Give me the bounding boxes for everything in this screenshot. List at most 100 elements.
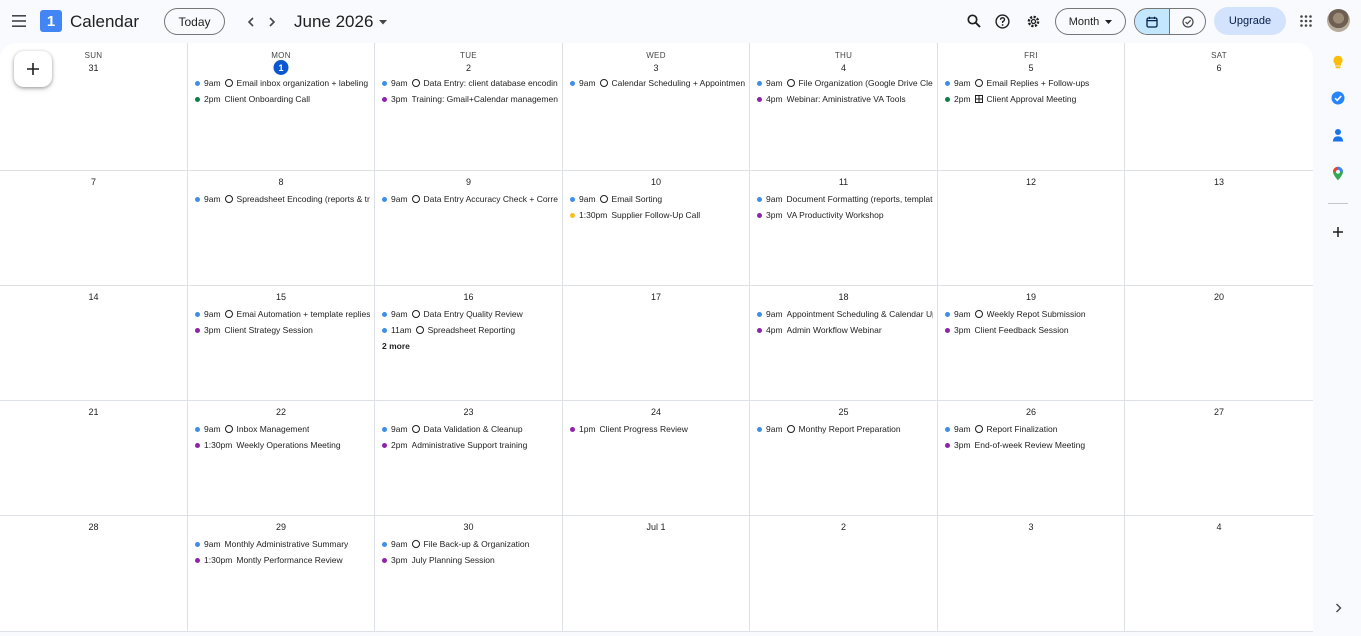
date-number[interactable]: 31 xyxy=(86,60,101,75)
date-number[interactable]: 13 xyxy=(1212,174,1227,189)
day-cell[interactable]: 11 9am Document Formatting (reports, templ… xyxy=(750,171,938,286)
calendar-event[interactable]: 9am Calendar Scheduling + Appointment xyxy=(568,76,745,90)
calendar-event[interactable]: 3pm VA Productivity Workshop xyxy=(755,208,933,222)
calendar-event[interactable]: 4pm Webinar: Aministrative VA Tools xyxy=(755,92,933,106)
calendar-event[interactable]: 9am Monthly Administrative Summary xyxy=(193,537,370,551)
date-number[interactable]: 23 xyxy=(461,404,476,419)
date-number[interactable]: 19 xyxy=(1024,289,1039,304)
day-cell[interactable]: 16 9am Data Entry Quality Review 11am Spread… xyxy=(375,286,563,401)
day-cell[interactable]: 12 xyxy=(938,171,1125,286)
date-number[interactable]: 4 xyxy=(1212,519,1227,534)
date-number[interactable]: 2 xyxy=(461,60,476,75)
calendar-event[interactable]: 1:30pm Supplier Follow-Up Call xyxy=(568,208,745,222)
date-number[interactable]: 26 xyxy=(1024,404,1039,419)
calendar-event[interactable]: 3pm July Planning Session xyxy=(380,553,558,567)
date-number[interactable]: 9 xyxy=(461,174,476,189)
calendar-event[interactable]: 9am Inbox Management xyxy=(193,422,370,436)
day-cell[interactable]: 3 xyxy=(938,516,1125,632)
expand-side-panel-button[interactable] xyxy=(1330,600,1346,616)
calendar-event[interactable]: 2pm Administrative Support training xyxy=(380,438,558,452)
date-number[interactable]: 4 xyxy=(836,60,851,75)
maps-icon[interactable] xyxy=(1330,165,1346,181)
day-cell[interactable]: 17 xyxy=(563,286,750,401)
date-number[interactable]: 16 xyxy=(461,289,476,304)
date-number[interactable]: 14 xyxy=(86,289,101,304)
calendar-event[interactable]: 2pm Client Approval Meeting xyxy=(943,92,1120,106)
date-number[interactable]: 25 xyxy=(836,404,851,419)
calendar-event[interactable]: 9am Weekly Repot Submission xyxy=(943,307,1120,321)
create-event-button[interactable] xyxy=(14,51,52,87)
day-cell[interactable]: FRI 5 9am Email Replies + Follow-ups 2pm Clie… xyxy=(938,43,1125,171)
calendar-event[interactable]: 9am Email Sorting xyxy=(568,192,745,206)
calendar-event[interactable]: 4pm Admin Workflow Webinar xyxy=(755,323,933,337)
date-number[interactable]: 7 xyxy=(86,174,101,189)
day-cell[interactable]: 20 xyxy=(1125,286,1313,401)
day-cell[interactable]: Jul 1 xyxy=(563,516,750,632)
day-cell[interactable]: SAT 6 xyxy=(1125,43,1313,171)
calendar-event[interactable]: 9am Report Finalization xyxy=(943,422,1120,436)
calendar-event[interactable]: 9am Data Entry: client database encoding xyxy=(380,76,558,90)
day-cell[interactable]: 10 9am Email Sorting 1:30pm Supplier Follow-… xyxy=(563,171,750,286)
day-cell[interactable]: 26 9am Report Finalization 3pm End-of-week R… xyxy=(938,401,1125,516)
day-cell[interactable]: 25 9am Monthy Report Preparation xyxy=(750,401,938,516)
calendar-event[interactable]: 3pm Client Strategy Session xyxy=(193,323,370,337)
add-addon-button[interactable] xyxy=(1330,224,1346,240)
calendar-event[interactable]: 9am Data Validation & Cleanup xyxy=(380,422,558,436)
day-cell[interactable]: 9 9am Data Entry Accuracy Check + Correcti… xyxy=(375,171,563,286)
calendar-event[interactable]: 9am Document Formatting (reports, templat… xyxy=(755,192,933,206)
date-number[interactable]: Jul 1 xyxy=(642,519,669,534)
date-number[interactable]: 18 xyxy=(836,289,851,304)
day-cell[interactable]: 4 xyxy=(1125,516,1313,632)
calendar-event[interactable]: 3pm Client Feedback Session xyxy=(943,323,1120,337)
search-button[interactable] xyxy=(960,7,988,35)
main-menu-button[interactable] xyxy=(5,7,33,35)
calendar-event[interactable]: 9am Spreadsheet Encoding (reports & track… xyxy=(193,192,370,206)
tasks-icon[interactable] xyxy=(1330,90,1346,106)
more-events-link[interactable]: 2 more xyxy=(382,341,410,351)
day-cell[interactable]: 18 9am Appointment Scheduling & Calendar U… xyxy=(750,286,938,401)
tasks-view-toggle[interactable] xyxy=(1170,9,1205,34)
date-number[interactable]: 15 xyxy=(274,289,289,304)
calendar-event[interactable]: 9am File Back-up & Organization xyxy=(380,537,558,551)
date-number[interactable]: 11 xyxy=(836,174,851,189)
date-number[interactable]: 20 xyxy=(1212,289,1227,304)
day-cell[interactable]: 15 9am Emai Automation + template replies 3… xyxy=(188,286,375,401)
date-number[interactable]: 2 xyxy=(836,519,851,534)
day-cell[interactable]: 27 xyxy=(1125,401,1313,516)
calendar-event[interactable]: 3pm End-of-week Review Meeting xyxy=(943,438,1120,452)
date-number[interactable]: 30 xyxy=(461,519,476,534)
calendar-event[interactable]: 9am Data Entry Quality Review xyxy=(380,307,558,321)
next-month-button[interactable] xyxy=(258,8,286,36)
day-cell[interactable]: 14 xyxy=(0,286,188,401)
day-cell[interactable]: 23 9am Data Validation & Cleanup 2pm Adminis… xyxy=(375,401,563,516)
day-cell[interactable]: WED 3 9am Calendar Scheduling + Appointment xyxy=(563,43,750,171)
day-cell[interactable]: 21 xyxy=(0,401,188,516)
date-number[interactable]: 3 xyxy=(1024,519,1039,534)
day-cell[interactable]: 7 xyxy=(0,171,188,286)
calendar-event[interactable]: 9am Monthy Report Preparation xyxy=(755,422,933,436)
today-date-number[interactable]: 1 xyxy=(273,60,289,75)
date-number[interactable]: 22 xyxy=(274,404,289,419)
today-button[interactable]: Today xyxy=(164,8,225,35)
calendar-event[interactable]: 9amAppointment Scheduling & Calendar Upd… xyxy=(755,307,933,321)
day-cell[interactable]: THU 4 9am File Organization (Google Drive C… xyxy=(750,43,938,171)
date-number[interactable]: 12 xyxy=(1024,174,1039,189)
upgrade-button[interactable]: Upgrade xyxy=(1214,7,1286,35)
date-number[interactable]: 28 xyxy=(86,519,101,534)
date-number[interactable]: 24 xyxy=(649,404,664,419)
date-number[interactable]: 10 xyxy=(649,174,664,189)
date-number[interactable]: 21 xyxy=(86,404,101,419)
google-apps-button[interactable] xyxy=(1292,7,1320,35)
month-picker[interactable]: June 2026 xyxy=(294,12,388,32)
day-cell[interactable]: 24 1pm Client Progress Review xyxy=(563,401,750,516)
day-cell[interactable]: TUE 2 9am Data Entry: client database encod… xyxy=(375,43,563,171)
day-cell[interactable]: 19 9am Weekly Repot Submission 3pm Client Fe… xyxy=(938,286,1125,401)
calendar-event[interactable]: 9am Emai Automation + template replies xyxy=(193,307,370,321)
calendar-event[interactable]: 11am Spreadsheet Reporting xyxy=(380,323,558,337)
day-cell[interactable]: 2 xyxy=(750,516,938,632)
day-cell[interactable]: 13 xyxy=(1125,171,1313,286)
calendar-event[interactable]: 1pm Client Progress Review xyxy=(568,422,745,436)
date-number[interactable]: 29 xyxy=(274,519,289,534)
date-number[interactable]: 27 xyxy=(1212,404,1227,419)
day-cell[interactable]: 22 9am Inbox Management 1:30pm Weekly Operat… xyxy=(188,401,375,516)
